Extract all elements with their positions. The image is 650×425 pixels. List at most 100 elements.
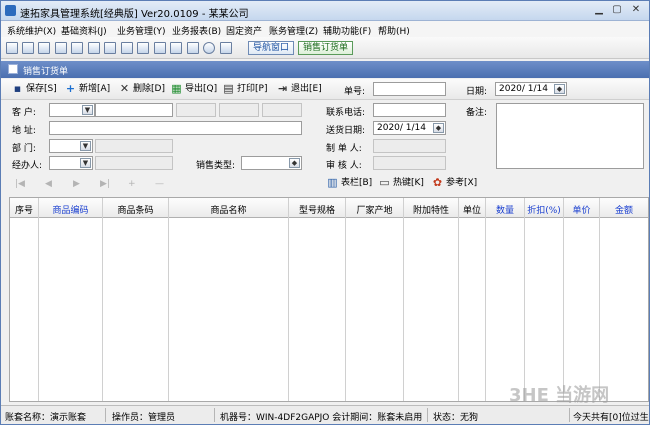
watermark-text: 当游网 — [555, 385, 610, 406]
print-label: 打印[P] — [237, 84, 268, 94]
delivery-date-value: 2020/ 1/14 — [377, 123, 427, 133]
address-input[interactable] — [49, 121, 302, 135]
prev-record-icon[interactable]: ◀ — [45, 179, 52, 189]
col-amount: 金额 — [600, 198, 648, 401]
chart-icon[interactable] — [121, 42, 133, 54]
col-attr: 附加特性 — [404, 198, 459, 401]
col-header[interactable]: 单价 — [564, 203, 599, 216]
window-title: 速拓家具管理系统[经典版] Ver20.0109 - 某某公司 — [20, 9, 249, 20]
col-header[interactable]: 商品编码 — [39, 203, 102, 216]
first-record-icon[interactable]: |◀ — [15, 179, 25, 189]
export-button[interactable]: ▦ 导出[Q] — [171, 83, 217, 97]
menu-business[interactable]: 业务管理(Y) — [117, 24, 166, 37]
date-input[interactable]: 2020/ 1/14 ◆ — [495, 82, 567, 96]
col-name: 商品名称 — [169, 198, 289, 401]
col-qty: 数量 — [486, 198, 525, 401]
panel-title: 销售订货单 — [23, 67, 69, 77]
delete-label: 删除[D] — [133, 84, 165, 94]
col-header[interactable]: 商品条码 — [103, 203, 168, 216]
col-origin: 厂家产地 — [346, 198, 404, 401]
status-separator — [105, 408, 106, 422]
customer-label: 客 户: — [12, 108, 36, 118]
folder-icon[interactable] — [55, 42, 67, 54]
status-separator — [427, 408, 428, 422]
status-machine: 机器号：WIN-4DF2GAPJO 会计期间：账套未启用 — [220, 413, 423, 423]
list-icon[interactable] — [22, 42, 34, 54]
status-bar: 账套名称：演示账套 操作员：管理员 机器号：WIN-4DF2GAPJO 会计期间… — [1, 405, 650, 424]
handler-select[interactable]: ▼ — [49, 156, 93, 170]
delete-icon: ✕ — [119, 82, 130, 95]
order-no-input[interactable] — [373, 82, 446, 96]
memo-textarea[interactable] — [496, 103, 644, 169]
add-button[interactable]: + 新增[A] — [65, 83, 110, 97]
col-header[interactable]: 折扣(%) — [525, 203, 563, 216]
date-spin-icon[interactable]: ◆ — [554, 84, 565, 94]
box-icon[interactable] — [137, 42, 149, 54]
col-header[interactable]: 商品名称 — [169, 203, 288, 216]
nav-window-button[interactable]: 导航窗口 — [248, 41, 295, 55]
help-icon[interactable] — [203, 42, 215, 54]
window-icon[interactable] — [6, 42, 18, 54]
sales-type-select[interactable]: ◆ — [241, 156, 302, 170]
col-header[interactable]: 序号 — [10, 203, 38, 216]
people-icon[interactable] — [104, 42, 116, 54]
next-record-icon[interactable]: ▶ — [73, 179, 80, 189]
menu-system[interactable]: 系统维护(X) — [7, 24, 56, 37]
col-header[interactable]: 数量 — [486, 203, 524, 216]
menu-reports[interactable]: 业务报表(B) — [172, 24, 221, 37]
phone-input[interactable] — [373, 103, 446, 117]
auditor-field — [373, 156, 446, 170]
delivery-date-input[interactable]: 2020/ 1/14 ◆ — [373, 121, 446, 135]
grid-icon[interactable] — [38, 42, 50, 54]
menu-assets[interactable]: 固定资产 — [226, 24, 262, 37]
remove-record-icon[interactable]: — — [155, 179, 164, 189]
hotkey-label: 热键[K] — [393, 178, 424, 188]
chevron-down-icon[interactable]: ▼ — [80, 158, 91, 168]
chevron-down-icon[interactable]: ◆ — [289, 158, 300, 168]
reference-button[interactable]: ✿ 参考[X] — [432, 177, 477, 191]
col-discount: 折扣(%) — [525, 198, 564, 401]
save-button[interactable]: ▪ 保存[S] — [12, 83, 57, 97]
save-label: 保存[S] — [26, 84, 57, 94]
maximize-icon[interactable]: ▢ — [609, 3, 625, 18]
status-separator — [569, 408, 570, 422]
watermark: 3HE 当游网 — [509, 385, 610, 406]
customer-info-field-1 — [176, 103, 216, 117]
col-header[interactable]: 金额 — [600, 203, 648, 216]
date-spin-icon[interactable]: ◆ — [433, 123, 444, 133]
tools-icon[interactable] — [88, 42, 100, 54]
sales-order-tab-button[interactable]: 销售订货单 — [298, 41, 354, 55]
address-label: 地 址: — [12, 126, 36, 136]
exit-button[interactable]: ⇥ 退出[E] — [277, 83, 322, 97]
insert-record-icon[interactable]: + — [128, 179, 136, 189]
customer-name-input[interactable] — [95, 103, 173, 117]
menu-basic-data[interactable]: 基础资料(J) — [61, 24, 107, 37]
last-record-icon[interactable]: ▶| — [100, 179, 110, 189]
chevron-down-icon[interactable]: ▼ — [80, 141, 91, 151]
users-icon[interactable] — [71, 42, 83, 54]
menu-tools[interactable]: 辅助功能(F) — [323, 24, 371, 37]
delete-button[interactable]: ✕ 删除[D] — [119, 83, 165, 97]
disk-icon[interactable] — [170, 42, 182, 54]
minimize-icon[interactable]: ▁ — [591, 3, 607, 18]
dept-select[interactable]: ▼ — [49, 139, 93, 153]
col-seq: 序号 — [10, 198, 39, 401]
col-header[interactable]: 型号规格 — [289, 203, 345, 216]
columns-button[interactable]: ▥ 表栏[B] — [327, 177, 372, 191]
exit-icon[interactable] — [220, 42, 232, 54]
menu-accounts[interactable]: 账务管理(Z) — [269, 24, 318, 37]
print-button[interactable]: ▤ 打印[P] — [223, 83, 267, 97]
items-grid[interactable]: 序号 商品编码 商品条码 商品名称 型号规格 厂家产地 附加特性 单位 数量 折… — [9, 197, 649, 402]
chevron-down-icon[interactable]: ▼ — [82, 105, 93, 115]
hotkey-button[interactable]: ▭ 热键[K] — [379, 177, 424, 191]
calendar-icon[interactable] — [154, 42, 166, 54]
menu-help[interactable]: 帮助(H) — [378, 24, 410, 37]
calculator-icon[interactable] — [187, 42, 199, 54]
col-spec: 型号规格 — [289, 198, 346, 401]
columns-label: 表栏[B] — [341, 178, 373, 188]
col-header[interactable]: 厂家产地 — [346, 203, 403, 216]
customer-select[interactable]: ▼ — [49, 103, 95, 117]
close-icon[interactable]: ✕ — [628, 3, 644, 18]
col-header[interactable]: 单位 — [459, 203, 485, 216]
col-header[interactable]: 附加特性 — [404, 203, 458, 216]
